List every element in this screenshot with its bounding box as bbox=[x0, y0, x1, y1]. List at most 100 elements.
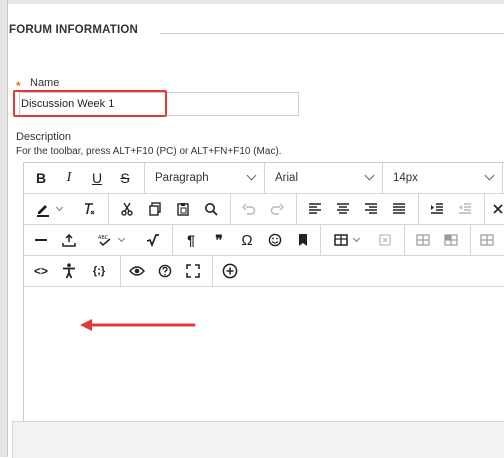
cell-properties-button[interactable] bbox=[476, 225, 498, 255]
toolbar-separator bbox=[172, 225, 173, 255]
outdent-button[interactable] bbox=[454, 194, 476, 224]
table-delete-icon bbox=[379, 234, 391, 246]
table-row-icon bbox=[416, 234, 430, 246]
toolbar-separator bbox=[120, 256, 121, 286]
table-cell-icon bbox=[480, 234, 494, 246]
align-right-button[interactable] bbox=[360, 194, 382, 224]
justify-button[interactable] bbox=[388, 194, 410, 224]
name-label: Name bbox=[30, 77, 60, 89]
special-character-button[interactable]: Ω bbox=[236, 225, 258, 255]
undo-button[interactable] bbox=[238, 194, 260, 224]
table-button[interactable] bbox=[328, 225, 364, 255]
toolbar-separator bbox=[470, 225, 471, 255]
chevron-down-icon bbox=[364, 170, 375, 181]
align-center-icon bbox=[337, 203, 349, 214]
preview-button[interactable] bbox=[126, 256, 148, 286]
screen: FORUM INFORMATION * Name Discussion Week… bbox=[0, 0, 504, 458]
toolbar-row-1: B I U S Paragraph Arial 14px bbox=[24, 163, 504, 194]
paste-button[interactable] bbox=[172, 194, 194, 224]
name-highlight-box bbox=[13, 90, 167, 117]
italic-button[interactable]: I bbox=[58, 163, 80, 193]
text-color-button[interactable] bbox=[30, 194, 66, 224]
editor-content-area[interactable] bbox=[24, 287, 504, 421]
add-content-button[interactable] bbox=[218, 256, 242, 286]
font-size-dropdown[interactable]: 14px bbox=[383, 163, 501, 193]
chevron-down-icon bbox=[484, 170, 495, 181]
section-title: FORUM INFORMATION bbox=[9, 24, 139, 36]
upload-button[interactable] bbox=[58, 225, 80, 255]
upload-icon bbox=[62, 233, 76, 247]
undo-icon bbox=[242, 203, 256, 215]
font-family-dropdown[interactable]: Arial bbox=[265, 163, 381, 193]
outdent-icon bbox=[459, 203, 471, 214]
more-button[interactable] bbox=[490, 194, 504, 224]
toolbar-separator bbox=[418, 194, 419, 224]
find-button[interactable] bbox=[200, 194, 222, 224]
emoji-button[interactable] bbox=[264, 225, 286, 255]
toolbar-separator bbox=[212, 256, 213, 286]
square-root-icon bbox=[146, 234, 159, 247]
help-button[interactable] bbox=[154, 256, 176, 286]
clear-format-icon bbox=[85, 203, 95, 215]
spellcheck-icon: ABC bbox=[98, 235, 110, 247]
delete-table-button[interactable] bbox=[374, 225, 396, 255]
paragraph-mark-button[interactable]: ¶ bbox=[180, 225, 202, 255]
paragraph-format-value: Paragraph bbox=[155, 172, 209, 184]
accessibility-button[interactable] bbox=[58, 256, 80, 286]
spellcheck-button[interactable]: ABC bbox=[92, 225, 128, 255]
toolbar-separator bbox=[230, 194, 231, 224]
math-button[interactable] bbox=[142, 225, 164, 255]
code-sample-button[interactable]: {;} bbox=[86, 256, 112, 286]
table-column-icon bbox=[444, 234, 458, 246]
toolbar-separator bbox=[320, 225, 321, 255]
chevron-down-icon bbox=[55, 203, 63, 211]
paragraph-format-dropdown[interactable]: Paragraph bbox=[145, 163, 263, 193]
font-size-value: 14px bbox=[393, 172, 418, 184]
insert-column-button[interactable] bbox=[440, 225, 462, 255]
section-divider bbox=[160, 33, 504, 34]
rich-text-editor: B I U S Paragraph Arial 14px ABC ¶ ❞ Ω <… bbox=[23, 162, 504, 422]
font-family-value: Arial bbox=[275, 172, 299, 184]
close-icon bbox=[492, 204, 503, 214]
source-code-button[interactable]: <> bbox=[30, 256, 52, 286]
horizontal-line-button[interactable] bbox=[30, 225, 52, 255]
scissors-icon bbox=[121, 202, 133, 216]
indent-button[interactable] bbox=[426, 194, 448, 224]
toolbar-row-3: ABC ¶ ❞ Ω bbox=[24, 225, 504, 256]
chevron-down-icon bbox=[117, 234, 125, 242]
description-label: Description bbox=[16, 131, 72, 143]
redo-icon bbox=[270, 203, 284, 215]
fullscreen-icon bbox=[186, 264, 200, 278]
toolbar-separator bbox=[404, 225, 405, 255]
cut-button[interactable] bbox=[116, 194, 138, 224]
window-left-edge bbox=[0, 0, 8, 457]
align-center-button[interactable] bbox=[332, 194, 354, 224]
toolbar-separator bbox=[502, 163, 503, 193]
toolbar-separator bbox=[484, 194, 485, 224]
clear-formatting-button[interactable] bbox=[78, 194, 100, 224]
toolbar-separator bbox=[108, 194, 109, 224]
align-right-icon bbox=[365, 203, 377, 214]
fullscreen-button[interactable] bbox=[182, 256, 204, 286]
bookmark-button[interactable] bbox=[292, 225, 314, 255]
copy-button[interactable] bbox=[144, 194, 166, 224]
underline-button[interactable]: U bbox=[86, 163, 108, 193]
redo-button[interactable] bbox=[266, 194, 288, 224]
copy-icon bbox=[149, 202, 161, 216]
toolbar-hint: For the toolbar, press ALT+F10 (PC) or A… bbox=[16, 146, 282, 157]
bottom-bar bbox=[12, 421, 504, 458]
red-arrow-annotation bbox=[80, 319, 196, 331]
bold-button[interactable]: B bbox=[30, 163, 52, 193]
window-top-edge bbox=[0, 0, 504, 4]
search-icon bbox=[205, 203, 218, 216]
insert-row-button[interactable] bbox=[412, 225, 434, 255]
help-icon bbox=[158, 264, 172, 278]
svg-text:ABC: ABC bbox=[98, 235, 109, 241]
plus-circle-icon bbox=[222, 263, 238, 279]
horizontal-rule-icon bbox=[35, 239, 47, 241]
strikethrough-button[interactable]: S bbox=[114, 163, 136, 193]
blockquote-button[interactable]: ❞ bbox=[208, 225, 230, 255]
align-left-button[interactable] bbox=[304, 194, 326, 224]
table-icon bbox=[333, 234, 348, 246]
smiley-icon bbox=[268, 233, 282, 247]
